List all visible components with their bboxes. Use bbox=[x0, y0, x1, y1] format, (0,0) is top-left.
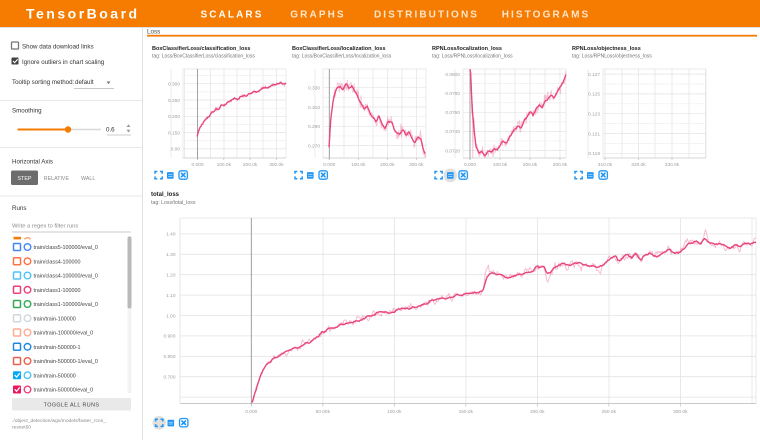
svg-text:RELATIVE: RELATIVE bbox=[44, 176, 70, 182]
svg-text:300.0k: 300.0k bbox=[409, 162, 424, 168]
svg-text:50.00k: 50.00k bbox=[316, 409, 331, 415]
svg-text:STEP: STEP bbox=[17, 176, 31, 182]
svg-text:train/class4-100000/eval_0: train/class4-100000/eval_0 bbox=[34, 274, 98, 280]
svg-text:tag: Loss/BoxClassifierLoss/lo: tag: Loss/BoxClassifierLoss/localization… bbox=[292, 54, 392, 60]
svg-text:train/train-500000-1: train/train-500000-1 bbox=[34, 345, 81, 351]
svg-text:Show data download links: Show data download links bbox=[22, 43, 94, 50]
svg-text:200.0k: 200.0k bbox=[530, 409, 545, 415]
svg-text:200.0k: 200.0k bbox=[243, 162, 258, 168]
svg-text:0.310: 0.310 bbox=[308, 105, 320, 111]
svg-text:0.000: 0.000 bbox=[464, 162, 476, 168]
svg-text:1.20: 1.20 bbox=[166, 273, 176, 279]
svg-text:train/train-500000: train/train-500000 bbox=[34, 373, 76, 379]
svg-text:train/class1-100000/eval_0: train/class1-100000/eval_0 bbox=[34, 302, 98, 308]
svg-text:0.330: 0.330 bbox=[308, 86, 320, 92]
svg-text:RPNLoss/localization_loss: RPNLoss/localization_loss bbox=[432, 46, 502, 52]
svg-text:tag: Loss/RPNLoss/localization: tag: Loss/RPNLoss/localization_loss bbox=[432, 54, 513, 60]
svg-text:0.6: 0.6 bbox=[106, 127, 115, 134]
svg-text:GRAPHS: GRAPHS bbox=[290, 10, 345, 21]
svg-text:total_loss: total_loss bbox=[151, 192, 180, 198]
svg-text:0.800: 0.800 bbox=[163, 354, 175, 360]
svg-text:tag: Loss/BoxClassifierLoss/cl: tag: Loss/BoxClassifierLoss/classificati… bbox=[152, 54, 255, 60]
svg-text:0.000: 0.000 bbox=[245, 409, 257, 415]
svg-text:100.0k: 100.0k bbox=[387, 409, 402, 415]
svg-text:train/train-500000/eval_0: train/train-500000/eval_0 bbox=[34, 388, 94, 394]
svg-text:TOGGLE ALL RUNS: TOGGLE ALL RUNS bbox=[44, 403, 100, 409]
svg-text:100.0k: 100.0k bbox=[351, 162, 366, 168]
svg-text:TensorBoard: TensorBoard bbox=[26, 6, 140, 22]
svg-text:Ignore outliers in chart scali: Ignore outliers in chart scaling bbox=[22, 59, 105, 66]
svg-text:SCALARS: SCALARS bbox=[200, 10, 263, 21]
svg-text:310.0k: 310.0k bbox=[598, 162, 613, 168]
svg-text:0.000: 0.000 bbox=[191, 162, 203, 168]
svg-text:200.0k: 200.0k bbox=[523, 162, 538, 168]
svg-text:RPNLoss/objectness_loss: RPNLoss/objectness_loss bbox=[572, 46, 641, 52]
svg-text:0.123: 0.123 bbox=[588, 112, 600, 118]
svg-text:0.121: 0.121 bbox=[588, 131, 600, 137]
svg-text:100.0k: 100.0k bbox=[217, 162, 232, 168]
svg-text:0.300: 0.300 bbox=[168, 82, 180, 88]
svg-text:0.0800: 0.0800 bbox=[445, 72, 460, 78]
svg-text:1.10: 1.10 bbox=[166, 293, 176, 299]
svg-text:0.0780: 0.0780 bbox=[445, 91, 460, 97]
svg-text:BoxClassifierLoss/classificati: BoxClassifierLoss/classification_loss bbox=[152, 46, 250, 52]
svg-text:BoxClassifierLoss/localization: BoxClassifierLoss/localization_loss bbox=[292, 46, 386, 52]
svg-text:200.0k: 200.0k bbox=[380, 162, 395, 168]
svg-text:WALL: WALL bbox=[81, 176, 95, 182]
svg-text:0.127: 0.127 bbox=[588, 72, 600, 78]
svg-text:0.00: 0.00 bbox=[171, 147, 181, 153]
svg-text:300.0k: 300.0k bbox=[673, 409, 688, 415]
svg-text:0.270: 0.270 bbox=[308, 143, 320, 149]
svg-text:train/train-100000: train/train-100000 bbox=[34, 316, 76, 322]
svg-text:0.119: 0.119 bbox=[588, 151, 600, 157]
svg-text:train/class4-100000: train/class4-100000 bbox=[34, 259, 81, 265]
svg-text:train/class1-100000: train/class1-100000 bbox=[34, 288, 81, 294]
svg-text:300.0k: 300.0k bbox=[553, 162, 568, 168]
svg-text:250.0k: 250.0k bbox=[602, 409, 617, 415]
svg-text:0.0760: 0.0760 bbox=[445, 110, 460, 116]
svg-text:Smoothing: Smoothing bbox=[12, 108, 42, 115]
svg-text:Horizontal Axis: Horizontal Axis bbox=[12, 159, 53, 166]
svg-text:150.0k: 150.0k bbox=[459, 409, 474, 415]
svg-text:300.0k: 300.0k bbox=[269, 162, 284, 168]
svg-text:0.150: 0.150 bbox=[168, 130, 180, 136]
svg-text:0.200: 0.200 bbox=[168, 114, 180, 120]
svg-text:default: default bbox=[75, 79, 94, 86]
svg-text:0.125: 0.125 bbox=[588, 92, 600, 98]
svg-text:Tooltip sorting method:: Tooltip sorting method: bbox=[12, 79, 75, 86]
svg-text:Runs: Runs bbox=[12, 205, 26, 212]
svg-text:HISTOGRAMS: HISTOGRAMS bbox=[502, 10, 591, 21]
svg-text:Write a regex to filter runs: Write a regex to filter runs bbox=[12, 224, 78, 230]
svg-text:0.290: 0.290 bbox=[308, 124, 320, 130]
svg-text:100.0k: 100.0k bbox=[493, 162, 508, 168]
svg-text:train/train-500000-1/eval_0: train/train-500000-1/eval_0 bbox=[34, 359, 98, 365]
svg-text:0.250: 0.250 bbox=[168, 98, 180, 104]
svg-text:1.00: 1.00 bbox=[166, 313, 176, 319]
svg-text:320.0k: 320.0k bbox=[631, 162, 646, 168]
svg-text:train/class5-100000/eval_0: train/class5-100000/eval_0 bbox=[34, 245, 98, 251]
svg-text:tag: Loss/RPNLoss/objectness_l: tag: Loss/RPNLoss/objectness_loss bbox=[572, 54, 652, 60]
svg-text:tag: Loss/total_loss: tag: Loss/total_loss bbox=[151, 200, 196, 206]
svg-text:train/train-100000/eval_0: train/train-100000/eval_0 bbox=[34, 331, 94, 337]
svg-text:0.0740: 0.0740 bbox=[445, 129, 460, 135]
svg-text:./object_detection/wgs/models/: ./object_detection/wgs/models/faster_rcn… bbox=[12, 418, 106, 424]
svg-text:0.900: 0.900 bbox=[163, 334, 175, 340]
svg-text:1.40: 1.40 bbox=[166, 232, 176, 238]
svg-text:0.0720: 0.0720 bbox=[445, 148, 460, 154]
svg-text:1.30: 1.30 bbox=[166, 252, 176, 258]
svg-text:DISTRIBUTIONS: DISTRIBUTIONS bbox=[374, 10, 479, 21]
svg-text:0.700: 0.700 bbox=[163, 375, 175, 381]
svg-text:0.000: 0.000 bbox=[323, 162, 335, 168]
svg-text:Loss: Loss bbox=[147, 29, 160, 36]
svg-text:330.0k: 330.0k bbox=[665, 162, 680, 168]
svg-text:resnet50: resnet50 bbox=[12, 425, 31, 431]
